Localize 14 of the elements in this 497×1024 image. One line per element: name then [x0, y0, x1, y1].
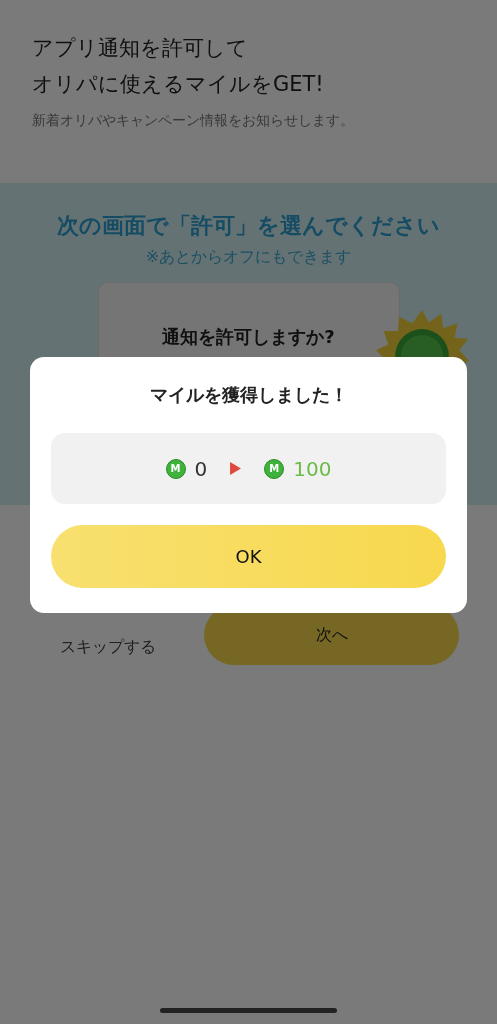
arrow-icon [230, 462, 242, 475]
mile-amount: 100 [293, 456, 332, 481]
page-subtitle: 新着オリパやキャンペーン情報をお知らせします。 [32, 112, 355, 130]
ok-button[interactable]: OK [51, 525, 446, 588]
mile-amount: 0 [194, 456, 208, 481]
coin-icon: M [165, 458, 186, 479]
guide-heading: 次の画面で「許可」を選んでください [57, 212, 440, 240]
page-title: オリパに使えるマイルをGET! [32, 71, 324, 98]
guide-note: ※あとからオフにもできます [145, 247, 352, 268]
prompt-title: 通知を許可しますか? [161, 325, 336, 349]
dialog-title: マイルを獲得しました！ [149, 383, 348, 407]
coin-icon: M [264, 458, 285, 479]
page-title: アプリ通知を許可して [32, 35, 248, 62]
skip-link[interactable]: スキップする [60, 636, 156, 658]
